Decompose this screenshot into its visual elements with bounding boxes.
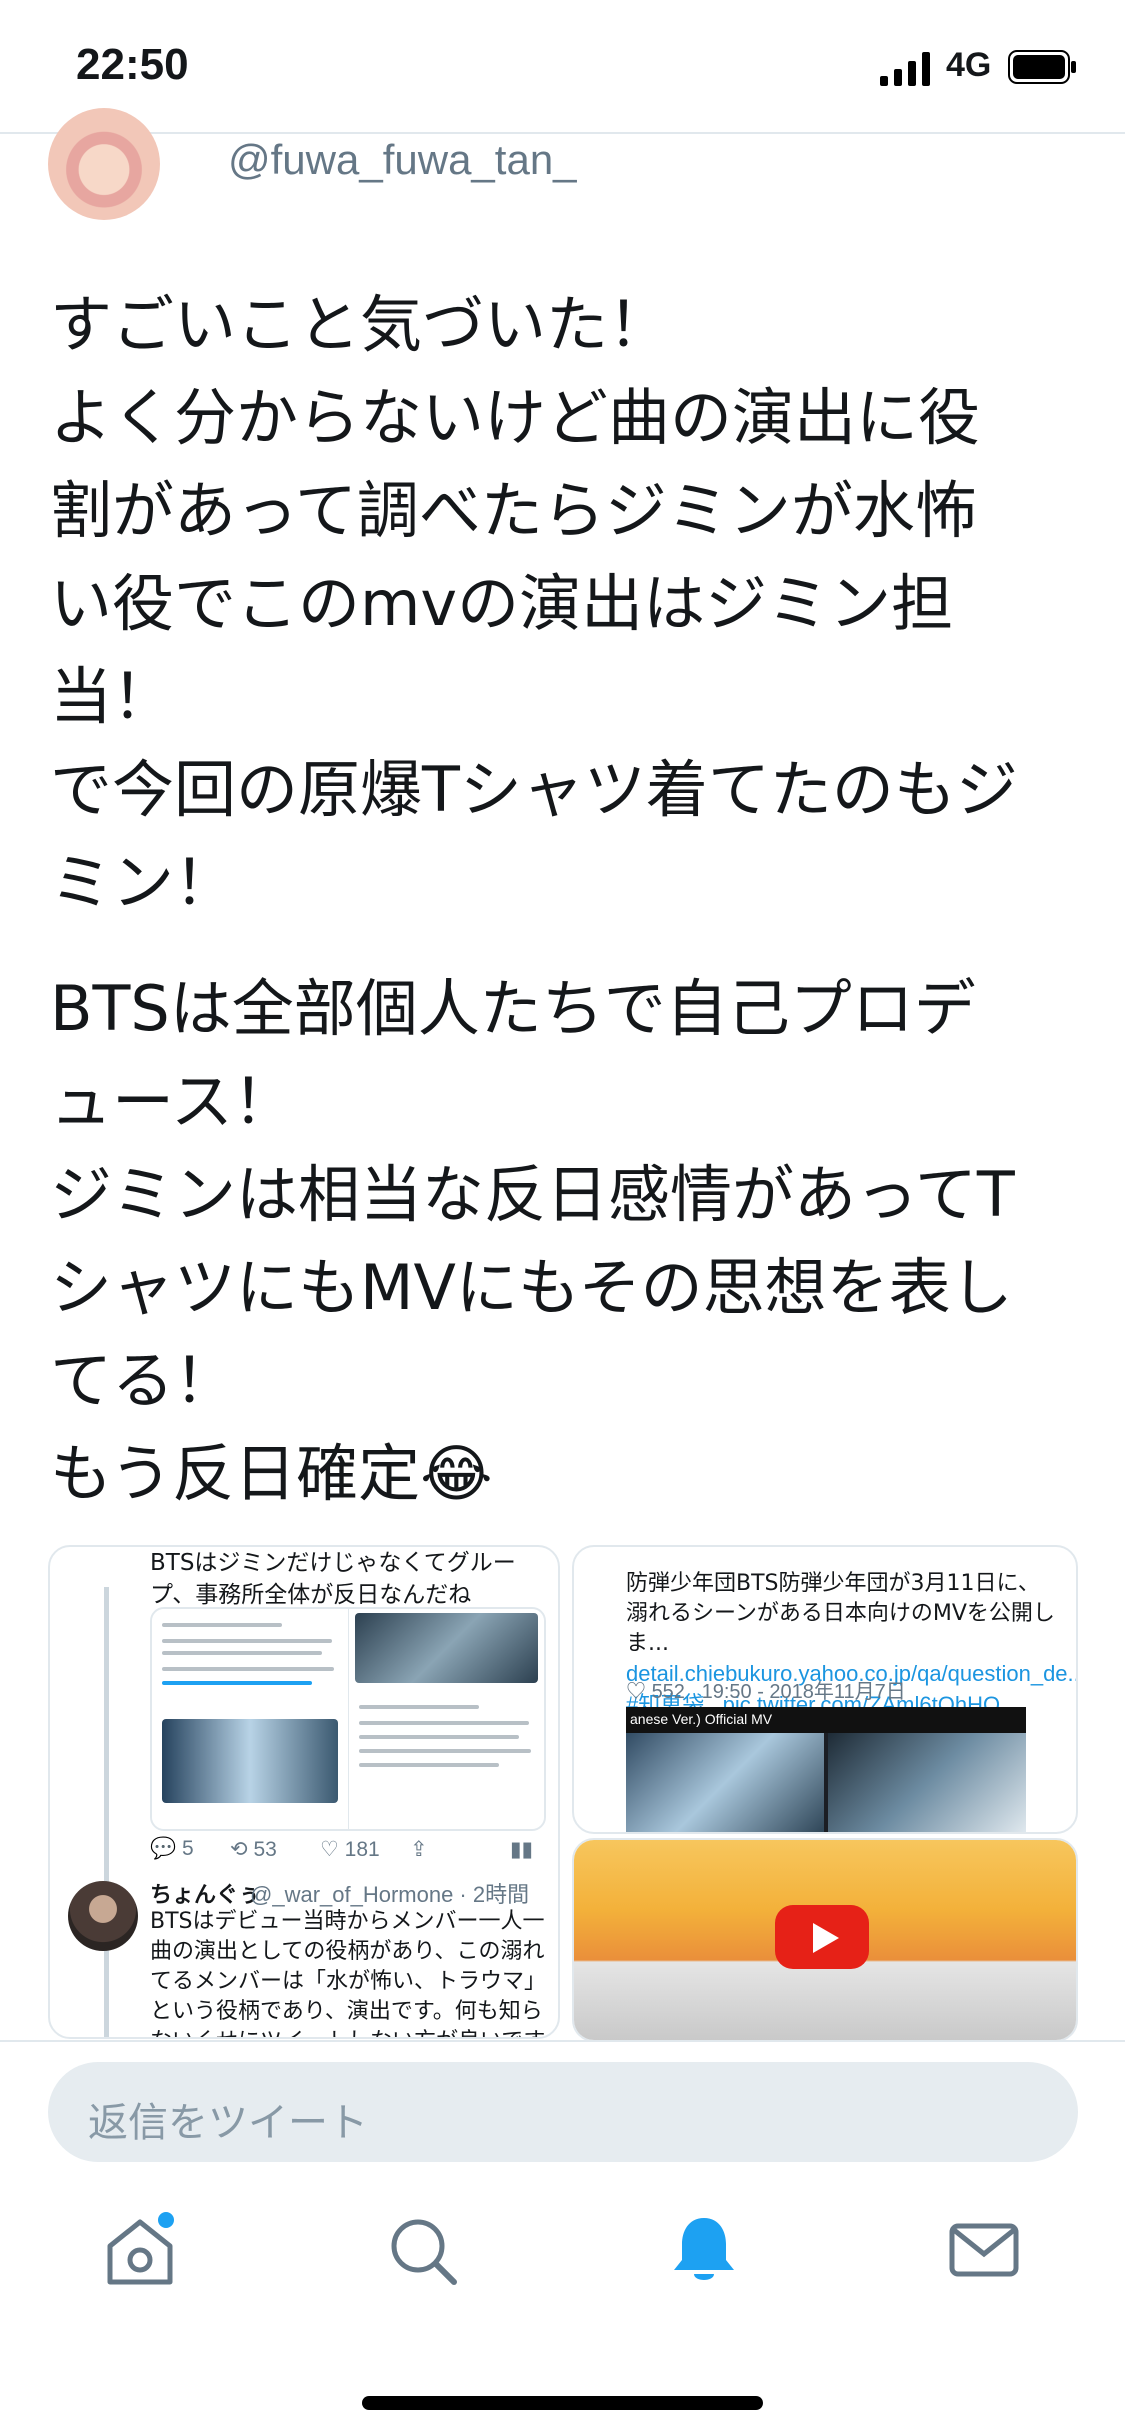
quoted-likes: 552	[651, 1681, 685, 1703]
inner-screenshot	[150, 1607, 546, 1831]
video-frame-right	[828, 1733, 1026, 1832]
tweet-line: てる！	[50, 1344, 237, 1417]
placeholder-line	[162, 1639, 332, 1643]
author-handle[interactable]: @fuwa_fuwa_tan_	[228, 136, 577, 184]
like-count-value: 181	[344, 1838, 380, 1861]
network-type: 4G	[946, 46, 992, 84]
placeholder-line	[162, 1623, 282, 1627]
quoted-actions: 💬 5 ⟲ 53 ♡ 181 ⇪ ▮▮	[150, 1833, 550, 1873]
video-frame-left	[626, 1733, 824, 1832]
author-avatar[interactable]	[48, 108, 160, 220]
quoted-video-thumbnail: anese Ver.) Official MV	[626, 1707, 1026, 1832]
tweet-line: よく分からないけど曲の演出に役	[50, 381, 981, 454]
reply-author: ちょんぐぅ	[150, 1883, 261, 1908]
messages-icon[interactable]	[944, 2210, 1024, 2290]
tweet-line: い役でこのmvの演出はジミン担	[50, 567, 954, 640]
placeholder-line	[359, 1735, 519, 1739]
tweet-text-part1: すごいこと気づいた！ よく分からないけど曲の演出に役 割があって調べたらジミンが…	[50, 278, 1080, 929]
home-icon[interactable]	[100, 2210, 180, 2290]
tweet-line: で今回の原爆Tシャツ着てたのもジ	[50, 753, 1018, 826]
quoted-meta: ♡ 552 19:50 - 2018年11月7日	[626, 1681, 906, 1703]
reply-placeholder: 返信をツイート	[88, 2100, 368, 2146]
share-icon[interactable]: ⇪	[410, 1837, 428, 1862]
placeholder-line	[162, 1651, 322, 1655]
home-indicator	[362, 2396, 763, 2410]
reply-avatar	[68, 1881, 138, 1951]
placeholder-line	[359, 1763, 499, 1767]
video-caption: anese Ver.) Official MV	[630, 1711, 773, 1727]
placeholder-link	[162, 1681, 312, 1685]
tweet-text-part2: BTSは全部個人たちで自己プロデ ュース！ ジミンは相当な反日感情があってT シ…	[50, 962, 1080, 1520]
reply-meta: @_war_of_Hormone · 2時間	[250, 1882, 530, 1907]
tweet-line: ュース！	[50, 1065, 295, 1138]
reply-text: BTSはデビュー当時からメンバー一人一曲の演出としての役柄があり、この溺れてるメ…	[150, 1909, 547, 2037]
compose-divider	[0, 2040, 1125, 2042]
tweet-line: ジミンは相当な反日感情があってT	[50, 1158, 1015, 1231]
notifications-icon[interactable]	[664, 2210, 744, 2290]
thread-line	[104, 1587, 109, 2037]
tweet-line: すごいこと気づいた！	[50, 288, 671, 361]
inner-col-right	[349, 1609, 544, 1829]
inner-col-left	[152, 1609, 349, 1829]
attached-video-card[interactable]	[572, 1838, 1078, 2042]
battery-icon	[1008, 50, 1076, 84]
like-count[interactable]: ♡ 181	[320, 1837, 380, 1862]
status-time: 22:50	[76, 40, 189, 89]
mini-thumbnail	[162, 1719, 338, 1803]
placeholder-line	[359, 1705, 479, 1709]
placeholder-line	[359, 1721, 529, 1725]
tweet-line: シャツにもMVにもその思想を表し	[50, 1251, 1013, 1324]
quoted-tweet-body: 防弾少年団BTS防弾少年団が3月11日に、溺れるシーンがある日本向けのMVを公開…	[626, 1571, 1055, 1656]
signal-icon	[880, 52, 930, 86]
retweet-count[interactable]: ⟲ 53	[230, 1837, 277, 1862]
header-divider	[0, 132, 1125, 134]
analytics-icon[interactable]: ▮▮	[510, 1837, 533, 1862]
tab-bar	[0, 2190, 1125, 2330]
quoted-text: BTSはジミンだけじゃなくてグループ、事務所全体が反日なんだね	[150, 1550, 516, 1608]
video-caption-bar: anese Ver.) Official MV	[626, 1707, 1026, 1733]
play-icon[interactable]	[775, 1905, 869, 1969]
status-bar: 22:50 4G	[0, 0, 1125, 132]
mini-thumbnail	[355, 1613, 538, 1683]
reply-input[interactable]: 返信をツイート	[48, 2062, 1078, 2162]
tweet-line: もう反日確定😂	[50, 1437, 493, 1510]
retweet-count-value: 53	[253, 1838, 277, 1861]
tweet-line: BTSは全部個人たちで自己プロデ	[50, 972, 976, 1045]
tweet-line: 割があって調べたらジミンが水怖	[50, 474, 977, 547]
reply-count[interactable]: 💬 5	[150, 1837, 194, 1861]
placeholder-line	[359, 1749, 531, 1753]
reply-count-value: 5	[181, 1837, 194, 1860]
placeholder-line	[162, 1667, 334, 1671]
search-icon[interactable]	[382, 2210, 462, 2290]
tweet-line: ミン！	[50, 846, 237, 919]
attached-image-left[interactable]: BTSはジミンだけじゃなくてグループ、事務所全体が反日なんだね 💬 5 ⟲ 53…	[48, 1545, 560, 2039]
attached-image-right-top[interactable]: 防弾少年団BTS防弾少年団が3月11日に、溺れるシーンがある日本向けのMVを公開…	[572, 1545, 1078, 1834]
quoted-time: 19:50 - 2018年11月7日	[701, 1681, 906, 1703]
tweet-line: 当！	[50, 660, 175, 733]
